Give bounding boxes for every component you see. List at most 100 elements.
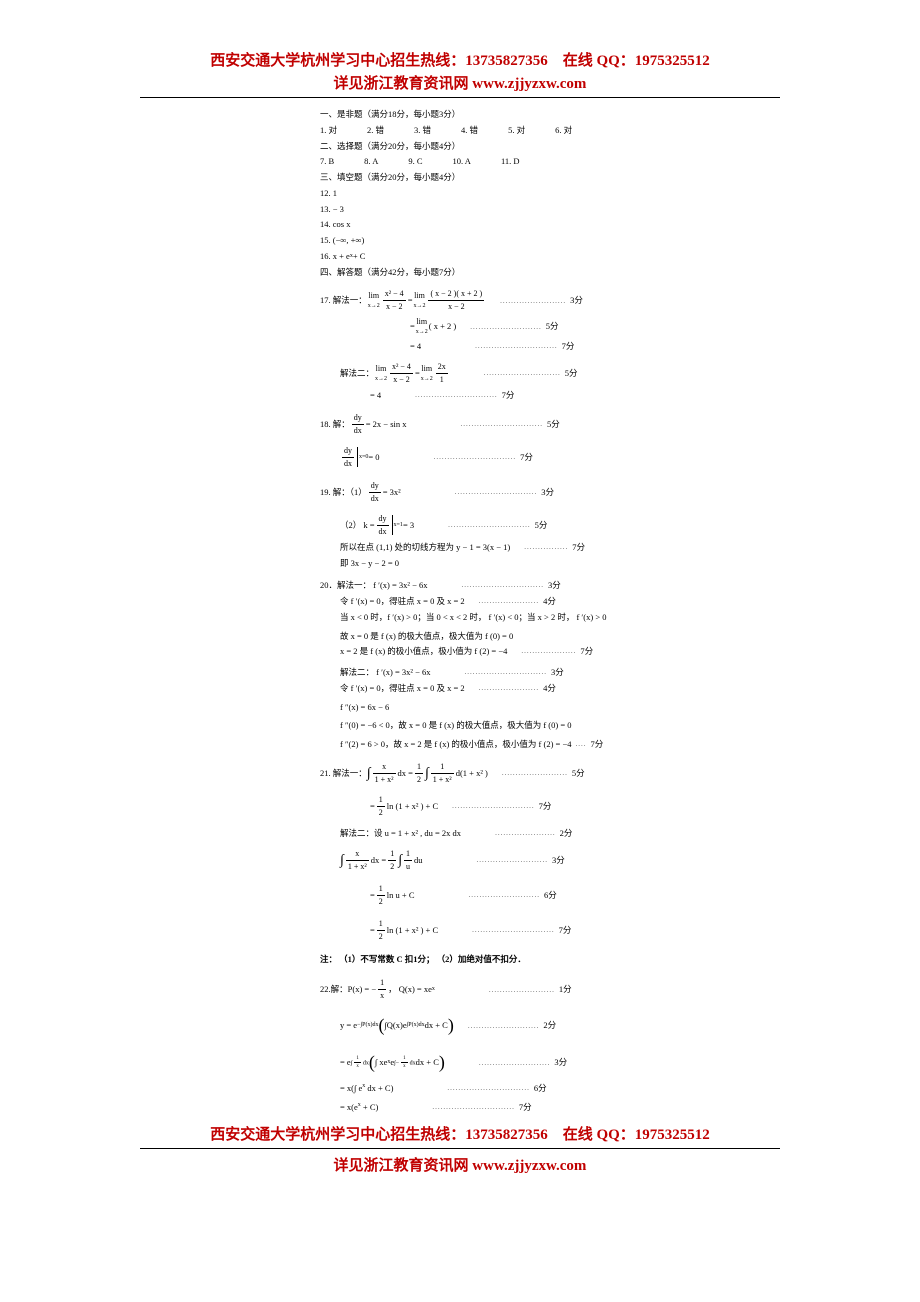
ans-5: 5. 对 (508, 124, 525, 137)
ans-8: 8. A (364, 155, 378, 168)
q16-pre: 16. x + e (320, 250, 350, 263)
q18-b: dydx x=0 = 0 ...........................… (320, 445, 670, 470)
score-5: 5分 (572, 767, 585, 780)
ans-7: 7. B (320, 155, 334, 168)
q22-label: 22.解： (320, 983, 348, 996)
q21-m2-res1: = 12 ln u + C ..........................… (320, 883, 670, 908)
score-3: 3分 (554, 1056, 567, 1069)
score-3: 3分 (541, 486, 554, 499)
q12: 12. 1 (320, 187, 670, 200)
q18-b-val: = 0 (368, 451, 379, 464)
dots-icon: .............................. (448, 801, 539, 812)
half-frac: 12 (388, 848, 396, 873)
score-7: 7分 (502, 389, 515, 402)
footer-line2: 详见浙江教育资讯网 www.zjjyzxw.com (0, 1155, 920, 1178)
dots-icon: ................ (520, 542, 572, 553)
dots-icon: ............................ (480, 368, 565, 379)
page-footer: 西安交通大学杭州学习中心招生热线：13735827356 在线 QQ：19753… (0, 1124, 920, 1178)
q22-in1: ∫Q(x)e (384, 1019, 406, 1032)
header-line1: 西安交通大学杭州学习中心招生热线：13735827356 在线 QQ：19753… (0, 50, 920, 73)
q22-in1b: dx + C (425, 1019, 448, 1032)
q20-l2: 令 f ′(x) = 0，得驻点 x = 0 及 x = 2 .........… (320, 595, 670, 608)
dots-icon: .......................... (466, 322, 546, 333)
q22-in2a: ∫ xe (375, 1056, 387, 1069)
ans-10: 10. A (453, 155, 471, 168)
q15: 15. (−∞, +∞) (320, 234, 670, 247)
ans-9: 9. C (408, 155, 422, 168)
half-frac: 12 (377, 918, 385, 943)
section4-title: 四、解答题（满分42分，每小题7分） (320, 266, 670, 279)
score-7: 7分 (580, 645, 593, 658)
dots-icon: .............................. (458, 580, 549, 591)
q17-l2: ( x + 2 ) (429, 320, 456, 333)
lim-icon: limx→2 (421, 363, 433, 384)
dydx-icon: dydx (352, 412, 364, 437)
section3-title: 三、填空题（满分20分，每小题4分） (320, 171, 670, 184)
q17-method1: 17. 解法一： limx→2 x² − 4x − 2 = limx→2 ( x… (320, 288, 670, 313)
q18-label: 18. 解： (320, 418, 350, 431)
q21-res: = 12 ln (1 + x² ) + C ..................… (320, 794, 670, 819)
q22-line2: y = e−∫P(x)dx ( ∫Q(x)e∫P(x)dx dx + C ) .… (320, 1012, 670, 1039)
dydx-icon: dydx (377, 513, 389, 538)
score-3: 3分 (551, 666, 564, 679)
score-7: 7分 (591, 738, 604, 751)
q19-1: 19. 解：（1） dydx = 3x² ...................… (320, 480, 670, 505)
ans-11: 11. D (501, 155, 520, 168)
q17-m1-label: 17. 解法一： (320, 294, 367, 307)
eval-bar-icon (357, 447, 358, 467)
score-7: 7分 (559, 924, 572, 937)
dots-icon: .............................. (428, 1102, 519, 1113)
q21-frac1b: x1 + x² (346, 848, 369, 873)
q19-label: 19. 解：（1） (320, 486, 367, 499)
ans-1: 1. 对 (320, 124, 337, 137)
half-frac: 12 (377, 883, 385, 908)
q20-fpp: f ″(x) = 6x − 6 (320, 701, 670, 714)
q21-frac3: 1u (404, 848, 412, 873)
header-rule (140, 97, 780, 98)
dots-icon: .............................. (461, 667, 552, 678)
eval-sub: x=1 (394, 521, 403, 530)
dots-icon: .............................. (468, 925, 559, 936)
q22-line4: = x(∫ ex dx + C) .......................… (320, 1082, 670, 1095)
ans-2: 2. 错 (367, 124, 384, 137)
q20-l3: 当 x < 0 时，f ′(x) > 0；当 0 < x < 2 时， f ′(… (320, 611, 670, 624)
dots-icon: .......................... (465, 890, 545, 901)
q19-tangent: 所以在点 (1,1) 处的切线方程为 y − 1 = 3(x − 1) ....… (320, 541, 670, 554)
q21-rsuf: d(1 + x² ) (456, 767, 488, 780)
dots-icon: .............................. (457, 419, 548, 430)
q16: 16. x + ex + C (320, 250, 670, 263)
score-7: 7分 (520, 451, 533, 464)
q17-m2-r2: = 4 (370, 389, 381, 402)
q17-m2-line2: = 4 .............................. 7分 (320, 389, 670, 402)
q17-frac1: x² − 4x − 2 (383, 288, 406, 313)
q21-res-text: ln (1 + x² ) + C (387, 800, 438, 813)
dots-icon: .............................. (451, 487, 542, 498)
q20-l2-text: 令 f ′(x) = 0，得驻点 x = 0 及 x = 2 (340, 595, 465, 608)
integral-icon: ∫ (398, 850, 402, 871)
dots-icon: ........................ (496, 296, 570, 307)
q20-m2-text: 解法二： f ′(x) = 3x² − 6x (340, 666, 431, 679)
section1-answers: 1. 对 2. 错 3. 错 4. 错 5. 对 6. 对 (320, 124, 670, 137)
section2-answers: 7. B 8. A 9. C 10. A 11. D (320, 155, 670, 168)
q22-y: y = e (340, 1019, 357, 1032)
integral-icon: ∫ (367, 763, 371, 784)
score-2: 2分 (543, 1019, 556, 1032)
q21-frac2: 11 + x² (431, 761, 454, 786)
page-header: 西安交通大学杭州学习中心招生热线：13735827356 在线 QQ：19753… (0, 50, 920, 95)
footer-rule (140, 1148, 780, 1149)
score-5: 5分 (547, 418, 560, 431)
q22-l3a: = e (340, 1056, 351, 1069)
dots-icon: .................... (517, 646, 580, 657)
score-7: 7分 (539, 800, 552, 813)
ans-6: 6. 对 (555, 124, 572, 137)
q19-2: （2） k = dydx x=1 = 3 ...................… (320, 513, 670, 538)
eval-bar-icon (392, 515, 393, 535)
dots-icon: .......................... (473, 855, 553, 866)
eval-sub: x=0 (359, 453, 368, 462)
exp-int: ∫P(x)dx (407, 1021, 425, 1030)
q22-p: P(x) = − (348, 983, 376, 996)
dots-icon: ...................... (475, 596, 544, 607)
dots-icon: .............................. (411, 390, 502, 401)
score-3: 3分 (570, 294, 583, 307)
score-2: 2分 (560, 827, 573, 840)
